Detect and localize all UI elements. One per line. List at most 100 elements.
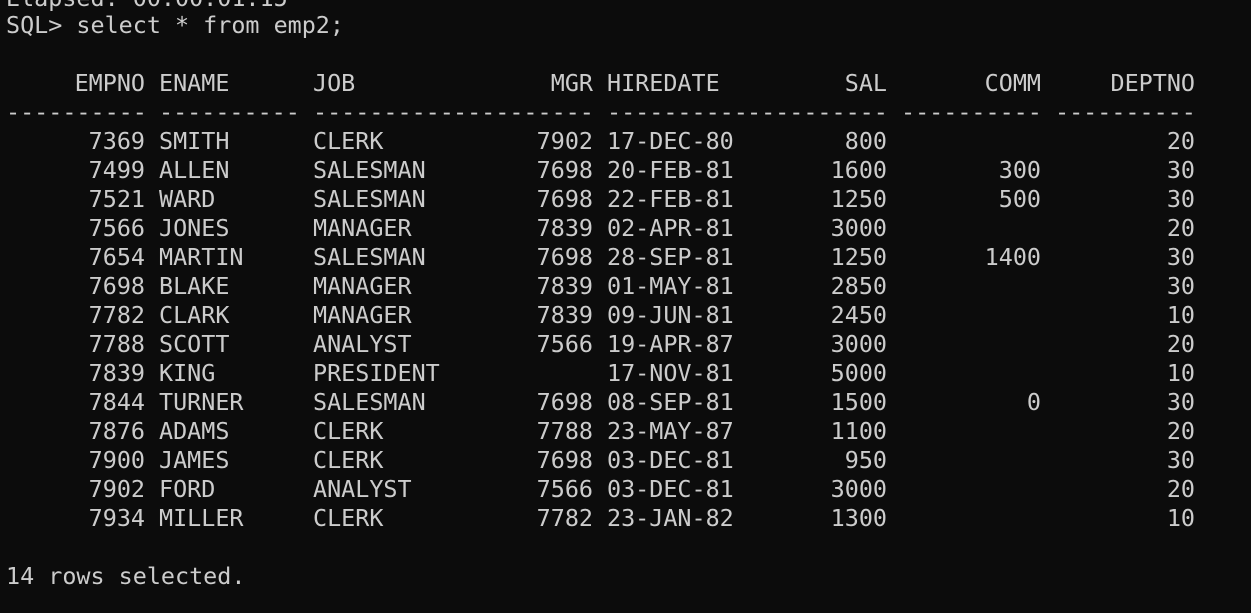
cell-empno: 7654 <box>88 243 145 271</box>
table-row: 7934 MILLER CLERK 7782 23-JAN-82 1300 10 <box>0 504 1251 533</box>
cell-comm: 500 <box>998 185 1041 213</box>
cell-hiredate: 03-DEC-81 <box>607 446 734 474</box>
cell-hiredate: 23-JAN-82 <box>607 504 734 532</box>
cell-job: ANALYST <box>313 475 412 503</box>
cell-mgr: 7839 <box>536 301 593 329</box>
cell-empno: 7499 <box>88 156 145 184</box>
cell-deptno: 20 <box>1166 475 1195 503</box>
cell-ename: WARD <box>159 185 216 213</box>
cell-deptno: 20 <box>1166 127 1195 155</box>
table-row: 7521 WARD SALESMAN 7698 22-FEB-81 1250 500 30 <box>0 185 1251 214</box>
separator-deptno: ---------- <box>1055 98 1196 126</box>
cell-hiredate: 02-APR-81 <box>607 214 734 242</box>
table-header-row: EMPNO ENAME JOB MGR HIREDATE SAL COMM DE… <box>0 69 1251 98</box>
cell-deptno: 10 <box>1166 301 1195 329</box>
cell-job: MANAGER <box>313 272 412 300</box>
cell-deptno: 10 <box>1166 359 1195 387</box>
cell-sal: 1250 <box>830 185 887 213</box>
cell-deptno: 30 <box>1166 243 1195 271</box>
cell-mgr: 7698 <box>536 156 593 184</box>
cell-ename: FORD <box>159 475 216 503</box>
cell-deptno: 20 <box>1166 330 1195 358</box>
cell-job: CLERK <box>313 127 384 155</box>
table-row: 7566 JONES MANAGER 7839 02-APR-81 3000 20 <box>0 214 1251 243</box>
table-row: 7782 CLARK MANAGER 7839 09-JUN-81 2450 10 <box>0 301 1251 330</box>
cell-empno: 7369 <box>88 127 145 155</box>
cell-mgr: 7839 <box>536 272 593 300</box>
cell-hiredate: 03-DEC-81 <box>607 475 734 503</box>
cell-hiredate: 09-JUN-81 <box>607 301 734 329</box>
table-row: 7369 SMITH CLERK 7902 17-DEC-80 800 20 <box>0 127 1251 156</box>
cell-hiredate: 08-SEP-81 <box>607 388 734 416</box>
cell-sal: 950 <box>844 446 887 474</box>
cell-empno: 7876 <box>88 417 145 445</box>
cell-deptno: 20 <box>1166 214 1195 242</box>
header-empno: EMPNO <box>74 69 145 97</box>
terminal-window[interactable]: Elapsed: 00:00:01.15 SQL> select * from … <box>0 0 1251 613</box>
cell-deptno: 10 <box>1166 504 1195 532</box>
cell-job: MANAGER <box>313 214 412 242</box>
cell-job: SALESMAN <box>313 243 426 271</box>
cell-job: CLERK <box>313 504 384 532</box>
cell-sal: 3000 <box>830 330 887 358</box>
cell-mgr: 7788 <box>536 417 593 445</box>
cell-job: PRESIDENT <box>313 359 440 387</box>
table-row: 7900 JAMES CLERK 7698 03-DEC-81 950 30 <box>0 446 1251 475</box>
table-row: 7876 ADAMS CLERK 7788 23-MAY-87 1100 20 <box>0 417 1251 446</box>
cell-deptno: 30 <box>1166 185 1195 213</box>
cell-mgr: 7698 <box>536 446 593 474</box>
cell-mgr: 7902 <box>536 127 593 155</box>
cell-hiredate: 01-MAY-81 <box>607 272 734 300</box>
cell-empno: 7902 <box>88 475 145 503</box>
cell-ename: KING <box>159 359 216 387</box>
cell-ename: SMITH <box>159 127 230 155</box>
cell-empno: 7788 <box>88 330 145 358</box>
cell-ename: JAMES <box>159 446 230 474</box>
table-row: 7499 ALLEN SALESMAN 7698 20-FEB-81 1600 300 30 <box>0 156 1251 185</box>
cell-comm: 300 <box>998 156 1041 184</box>
separator-hiredate: ---------- <box>607 98 748 126</box>
separator-sal: ---------- <box>747 98 888 126</box>
cell-sal: 1300 <box>830 504 887 532</box>
cell-job: ANALYST <box>313 330 412 358</box>
cell-ename: CLARK <box>159 301 230 329</box>
table-row: 7698 BLAKE MANAGER 7839 01-MAY-81 2850 30 <box>0 272 1251 301</box>
cell-ename: ALLEN <box>159 156 230 184</box>
cell-hiredate: 20-FEB-81 <box>607 156 734 184</box>
cell-mgr: 7566 <box>536 330 593 358</box>
table-separator-row: ---------- ---------- ---------- -------… <box>0 98 1251 127</box>
cell-empno: 7566 <box>88 214 145 242</box>
header-comm: COMM <box>984 69 1041 97</box>
cell-hiredate: 22-FEB-81 <box>607 185 734 213</box>
table-row: 7902 FORD ANALYST 7566 03-DEC-81 3000 20 <box>0 475 1251 504</box>
separator-ename: ---------- <box>159 98 300 126</box>
cell-ename: ADAMS <box>159 417 230 445</box>
cell-deptno: 20 <box>1166 417 1195 445</box>
cell-hiredate: 17-DEC-80 <box>607 127 734 155</box>
separator-job: ---------- <box>313 98 454 126</box>
cell-mgr: 7566 <box>536 475 593 503</box>
cell-deptno: 30 <box>1166 272 1195 300</box>
cell-mgr: 7839 <box>536 214 593 242</box>
header-hiredate: HIREDATE <box>607 69 720 97</box>
cell-ename: SCOTT <box>159 330 230 358</box>
rows-selected-footer: 14 rows selected. <box>6 562 246 590</box>
cell-hiredate: 23-MAY-87 <box>607 417 734 445</box>
cell-deptno: 30 <box>1166 156 1195 184</box>
cell-sal: 1600 <box>830 156 887 184</box>
cell-mgr: 7698 <box>536 388 593 416</box>
sql-prompt-line: SQL> select * from emp2; <box>6 11 344 39</box>
table-row: 7839 KING PRESIDENT 17-NOV-81 5000 10 <box>0 359 1251 388</box>
cell-empno: 7698 <box>88 272 145 300</box>
cell-ename: MARTIN <box>159 243 244 271</box>
cell-ename: MILLER <box>159 504 244 532</box>
cell-empno: 7934 <box>88 504 145 532</box>
cell-job: SALESMAN <box>313 156 426 184</box>
cell-sal: 5000 <box>830 359 887 387</box>
header-ename: ENAME <box>159 69 230 97</box>
table-row: 7788 SCOTT ANALYST 7566 19-APR-87 3000 20 <box>0 330 1251 359</box>
table-row: 7654 MARTIN SALESMAN 7698 28-SEP-81 1250 1400 3… <box>0 243 1251 272</box>
cell-empno: 7900 <box>88 446 145 474</box>
cell-mgr: 7782 <box>536 504 593 532</box>
cell-sal: 1500 <box>830 388 887 416</box>
